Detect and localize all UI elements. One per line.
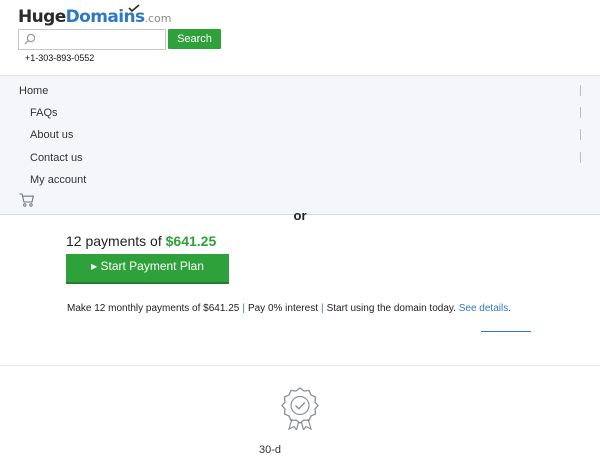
start-payment-plan-button[interactable]: ▸ Start Payment Plan (66, 254, 229, 282)
main-nav: Home FAQs About us Contact us My account (0, 76, 600, 215)
details-monthly-text: Make 12 monthly payments of $641.25 (67, 303, 240, 314)
search-button[interactable]: Search (168, 29, 221, 49)
details-suffix: . (508, 303, 511, 314)
details-interest-text: Pay 0% interest (247, 303, 318, 314)
section-divider (0, 365, 600, 366)
details-separator: | (242, 303, 245, 314)
nav-item-faqs[interactable]: FAQs (30, 105, 58, 121)
logo-text-com: .com (144, 12, 172, 25)
payment-details-line: Make 12 monthly payments of $641.25 | Pay … (67, 303, 511, 314)
phone-number[interactable]: +1-303-893-0552 (25, 53, 94, 63)
logo-text-huge: Huge (18, 7, 66, 27)
nav-item-my-account[interactable]: My account (30, 172, 86, 188)
nav-separator (580, 85, 581, 96)
nav-separator (580, 129, 581, 140)
site-header: HugeDomains.com Search +1-303-893-0552 (0, 0, 600, 76)
nav-separator (580, 152, 581, 163)
cart-icon[interactable] (19, 193, 34, 207)
payment-amount: $641.25 (165, 233, 217, 249)
details-separator: | (320, 303, 324, 314)
nav-item-home[interactable]: Home (19, 83, 48, 99)
nav-item-contact-us[interactable]: Contact us (30, 150, 83, 166)
see-details-link[interactable]: See details (459, 303, 508, 314)
details-underline (481, 331, 531, 332)
search-input[interactable] (39, 30, 161, 49)
payment-summary: 12 payments of $641.25 (66, 233, 216, 249)
nav-item-about-us[interactable]: About us (30, 127, 73, 143)
payments-prefix: 12 payments of (66, 233, 166, 249)
logo-checkmark-icon (128, 4, 140, 12)
site-logo[interactable]: HugeDomains.com (18, 4, 172, 28)
search-field[interactable] (18, 29, 166, 50)
award-badge-icon (281, 387, 319, 430)
nav-separator (580, 107, 581, 118)
details-start-text: Start using the domain today. (326, 303, 456, 314)
guarantee-heading: 30-d (259, 444, 282, 456)
or-divider-text: or (293, 208, 307, 223)
search-icon (24, 33, 36, 45)
